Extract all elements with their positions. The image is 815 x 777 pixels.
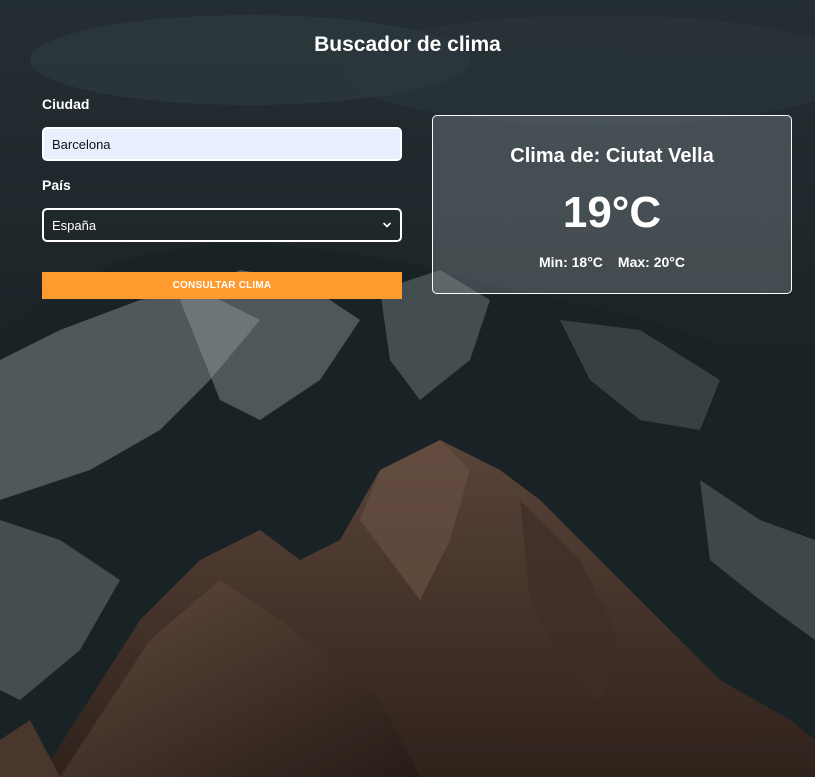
current-temperature: 19°C: [562, 188, 662, 237]
country-selected-value: España: [52, 217, 97, 233]
max-temperature: Max: 20°C: [618, 254, 685, 270]
page-title: Buscador de clima: [314, 33, 501, 56]
country-label: País: [42, 177, 71, 193]
max-value: 20°C: [653, 254, 685, 270]
city-input[interactable]: [42, 127, 402, 161]
weather-result-card: Clima de: Ciutat Vella 19°C Min: 18°C Ma…: [432, 115, 792, 294]
max-label: Max:: [617, 254, 650, 270]
min-label: Min:: [538, 254, 568, 270]
consult-weather-button[interactable]: CONSULTAR CLIMA: [42, 272, 402, 299]
min-temperature: Min: 18°C: [539, 254, 603, 270]
weather-location-title: Clima de: Ciutat Vella: [510, 145, 714, 167]
min-max-temperature: Min: 18°C Max: 20°C: [433, 254, 791, 270]
country-select[interactable]: España: [42, 208, 402, 242]
min-value: 18°C: [571, 254, 603, 270]
city-label: Ciudad: [42, 96, 90, 112]
chevron-down-icon: [382, 222, 392, 228]
